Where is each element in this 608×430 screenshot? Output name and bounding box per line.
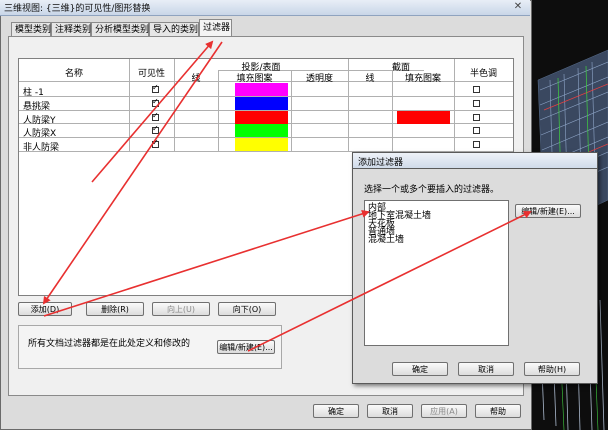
visibility-checkbox[interactable]: [152, 97, 159, 107]
add-filter-prompt: 选择一个或多个要插入的过滤器。: [364, 185, 500, 195]
fill-pattern-swatch[interactable]: [235, 124, 288, 137]
close-icon[interactable]: ✕: [510, 1, 526, 13]
halftone-checkbox[interactable]: [473, 114, 480, 121]
move-up-button[interactable]: 向上(U): [152, 302, 210, 316]
header-line: 线: [191, 74, 201, 84]
header-visibility: 可见性: [137, 69, 165, 79]
header-transparency: 透明度: [305, 74, 333, 84]
visibility-checkbox[interactable]: [152, 124, 159, 134]
add-dialog-cancel-button[interactable]: 取消: [458, 362, 514, 376]
header-section-line: 线: [365, 74, 375, 84]
halftone-checkbox[interactable]: [473, 100, 480, 107]
header-halftone: 半色调: [469, 69, 497, 79]
halftone-checkbox[interactable]: [473, 86, 480, 93]
filter-list-item[interactable]: 混凝土墙: [368, 236, 404, 245]
cancel-button[interactable]: 取消: [367, 404, 413, 418]
move-down-button[interactable]: 向下(O): [218, 302, 276, 316]
help-button[interactable]: 帮助: [475, 404, 521, 418]
add-dialog-ok-button[interactable]: 确定: [392, 362, 448, 376]
fill-pattern-swatch[interactable]: [235, 138, 288, 151]
header-name: 名称: [64, 69, 83, 79]
add-filter-title: 添加过滤器: [358, 158, 404, 168]
add-dialog-edit-new-button[interactable]: 编辑/新建(E)...: [515, 204, 581, 218]
filter-row-name[interactable]: 人防梁X: [23, 126, 56, 139]
tab-model-categories[interactable]: 模型类别: [11, 22, 51, 36]
section-fill-pattern-swatch[interactable]: [397, 111, 450, 124]
filter-row-name[interactable]: 人防梁Y: [23, 113, 56, 126]
filter-row-name[interactable]: 非人防梁: [23, 140, 59, 153]
tab-analytical-model-categories[interactable]: 分析模型类别: [91, 22, 149, 36]
add-filter-button[interactable]: 添加(D): [18, 302, 72, 316]
halftone-checkbox[interactable]: [473, 141, 480, 148]
delete-filter-button[interactable]: 删除(R): [86, 302, 144, 316]
tab-annotation-categories[interactable]: 注释类别: [51, 22, 91, 36]
filter-row-name[interactable]: 柱 -1: [23, 85, 44, 98]
visibility-checkbox[interactable]: [152, 138, 159, 148]
add-dialog-help-button[interactable]: 帮助(H): [524, 362, 580, 376]
fill-pattern-swatch[interactable]: [235, 97, 288, 110]
edit-new-filter-button[interactable]: 编辑/新建(E)...: [217, 340, 275, 354]
halftone-checkbox[interactable]: [473, 127, 480, 134]
filter-row-name[interactable]: 悬挑梁: [23, 99, 50, 112]
visibility-checkbox[interactable]: [152, 83, 159, 93]
fill-pattern-swatch[interactable]: [235, 83, 288, 96]
tab-imported-categories[interactable]: 导入的类别: [149, 22, 199, 36]
ok-button[interactable]: 确定: [313, 404, 359, 418]
visibility-checkbox[interactable]: [152, 111, 159, 121]
apply-button[interactable]: 应用(A): [421, 404, 467, 418]
tab-filters[interactable]: 过滤器: [199, 19, 232, 37]
header-section-fill-pattern: 填充图案: [404, 74, 441, 84]
fill-pattern-swatch[interactable]: [235, 111, 288, 124]
filter-info-text: 所有文档过滤器都是在此处定义和修改的: [28, 339, 191, 349]
dialog-title: 三维视图: {三维}的可见性/图形替换: [4, 4, 151, 14]
